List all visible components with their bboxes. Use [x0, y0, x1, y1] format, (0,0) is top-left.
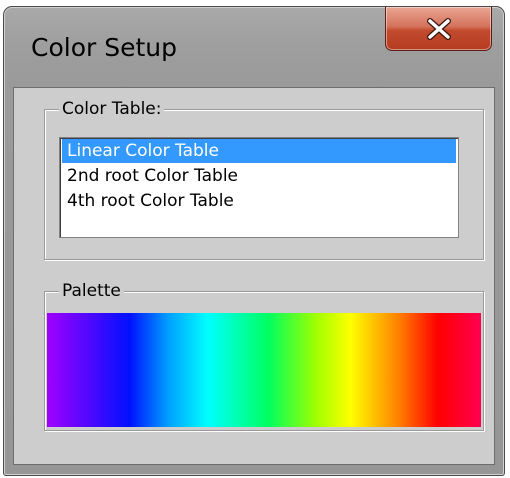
title-bar[interactable]: Color Setup — [4, 7, 504, 87]
color-table-option[interactable]: 4th root Color Table — [62, 189, 456, 213]
color-setup-dialog: Color Setup Color Table: Linear Color Ta… — [3, 6, 505, 476]
palette-label: Palette — [59, 281, 124, 301]
close-button[interactable] — [385, 7, 492, 51]
palette-gradient — [47, 313, 481, 427]
color-table-label: Color Table: — [59, 99, 165, 119]
color-table-listbox[interactable]: Linear Color Table 2nd root Color Table 4t… — [59, 137, 459, 238]
color-table-option[interactable]: 2nd root Color Table — [62, 164, 456, 188]
close-x-icon — [427, 18, 451, 40]
palette-group: Palette — [44, 281, 484, 431]
dialog-body: Color Table: Linear Color Table 2nd root … — [13, 87, 495, 465]
color-table-option[interactable]: Linear Color Table — [62, 139, 456, 163]
color-table-group: Color Table: Linear Color Table 2nd root … — [44, 99, 484, 260]
window-title: Color Setup — [31, 33, 177, 62]
